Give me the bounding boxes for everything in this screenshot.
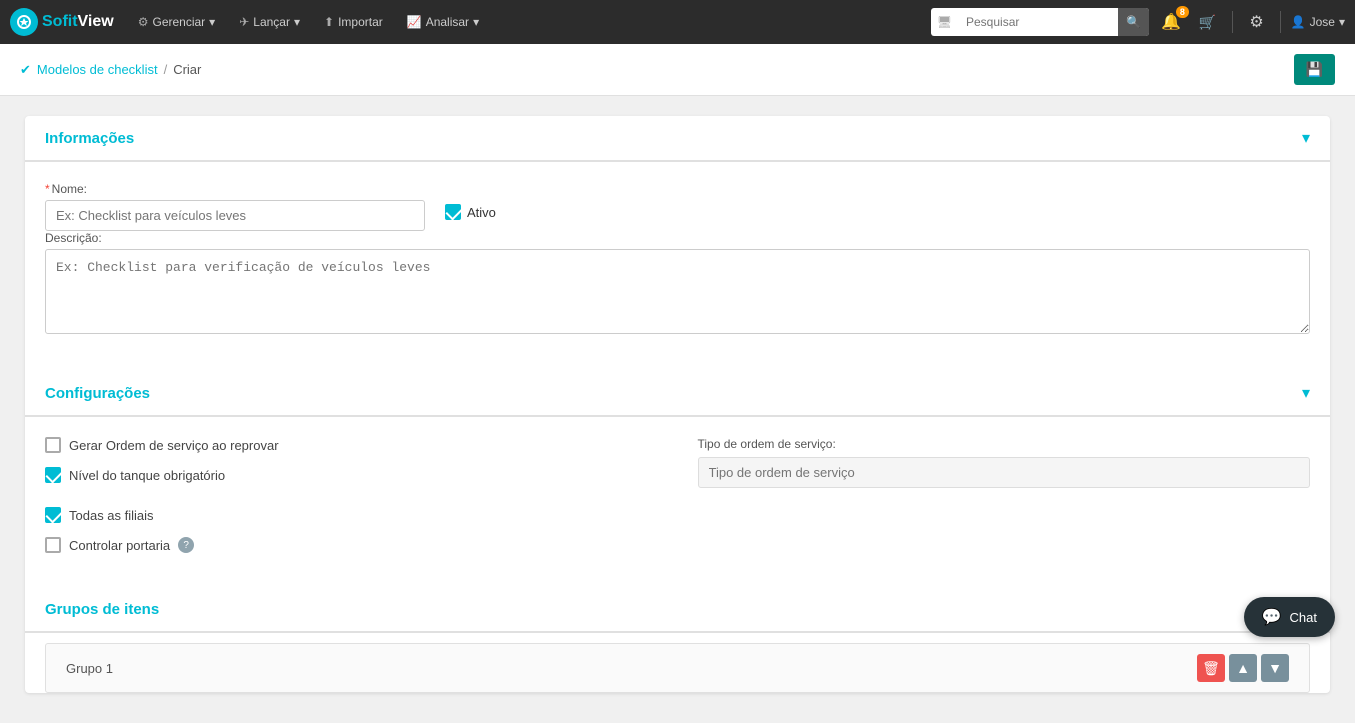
- nav-analisar[interactable]: 📈 Analisar ▾: [397, 9, 489, 35]
- ativo-checkbox[interactable]: [445, 204, 461, 220]
- nome-label: * Nome:: [45, 182, 425, 196]
- section-informacoes-title: Informações: [45, 130, 134, 147]
- section-grupos-header: Grupos de itens ▾: [25, 587, 1330, 633]
- lancar-icon: ✈: [239, 15, 249, 29]
- section-grupos-title: Grupos de itens: [45, 601, 159, 618]
- gerar-ordem-checkbox[interactable]: [45, 437, 61, 453]
- nav-divider2: [1280, 11, 1281, 33]
- notification-badge: 8: [1176, 6, 1189, 18]
- logo-sofit: Sofit: [42, 13, 78, 31]
- search-input[interactable]: [958, 8, 1118, 36]
- notification-button[interactable]: 🔔 8: [1155, 8, 1187, 36]
- app-logo: Sofit View: [10, 8, 114, 36]
- breadcrumb-bar: ✔ Modelos de checklist / Criar 💾: [0, 44, 1355, 96]
- section-informacoes-body: * Nome: Ativo Descrição:: [25, 162, 1330, 371]
- nivel-tanque-label[interactable]: Nível do tanque obrigatório: [69, 468, 225, 483]
- importar-icon: ⬆: [324, 15, 334, 29]
- main-content: Informações ▾ * Nome: Ativo Descrição:: [0, 96, 1355, 723]
- ativo-label[interactable]: Ativo: [467, 205, 496, 220]
- controlar-portaria-checkbox[interactable]: [45, 537, 61, 553]
- grupo-row: Grupo 1 🗑 ▲ ▼: [45, 643, 1310, 693]
- gerar-ordem-label[interactable]: Gerar Ordem de serviço ao reprovar: [69, 438, 279, 453]
- controlar-portaria-label[interactable]: Controlar portaria: [69, 538, 170, 553]
- analisar-icon: 📈: [407, 15, 422, 29]
- user-menu-button[interactable]: 👤 Jose ▾: [1291, 15, 1345, 29]
- breadcrumb-parent-link[interactable]: Modelos de checklist: [37, 62, 158, 77]
- nivel-tanque-checkbox[interactable]: [45, 467, 61, 483]
- descricao-textarea[interactable]: [45, 249, 1310, 334]
- settings-button[interactable]: ⚙: [1243, 8, 1269, 36]
- user-chevron-icon: ▾: [1339, 15, 1345, 29]
- grupo-down-button[interactable]: ▼: [1261, 654, 1289, 682]
- section-configuracoes-header: Configurações ▾: [25, 371, 1330, 417]
- search-input-icon: 🖥: [931, 15, 958, 29]
- breadcrumb: ✔ Modelos de checklist / Criar: [20, 62, 201, 78]
- form-card: Informações ▾ * Nome: Ativo Descrição:: [25, 116, 1330, 693]
- save-icon: 💾: [1306, 61, 1323, 78]
- section-configuracoes-toggle[interactable]: ▾: [1302, 383, 1310, 403]
- nome-field: * Nome:: [45, 182, 425, 231]
- save-button[interactable]: 💾: [1294, 54, 1335, 85]
- grupo-name: Grupo 1: [66, 661, 1197, 676]
- tipo-os-input[interactable]: [698, 457, 1311, 488]
- search-box: 🖥 🔍: [931, 8, 1149, 36]
- user-icon: 👤: [1291, 15, 1306, 29]
- grupo-up-button[interactable]: ▲: [1229, 654, 1257, 682]
- check-todas-filiais: Todas as filiais: [45, 507, 658, 523]
- section-informacoes-header: Informações ▾: [25, 116, 1330, 162]
- chat-button[interactable]: 💬 Chat: [1244, 597, 1335, 637]
- config-grid: Gerar Ordem de serviço ao reprovar Nível…: [45, 437, 1310, 567]
- search-button[interactable]: 🔍: [1118, 8, 1149, 36]
- nome-row: * Nome: Ativo: [45, 182, 1310, 231]
- nome-required: *: [45, 182, 50, 196]
- topnav-right: 🖥 🔍 🔔 8 🛒 ⚙ 👤 Jose ▾: [931, 8, 1345, 36]
- todas-filiais-checkbox[interactable]: [45, 507, 61, 523]
- chat-bubble-icon: 💬: [1262, 607, 1282, 627]
- check-gerar-ordem: Gerar Ordem de serviço ao reprovar: [45, 437, 658, 453]
- nav-divider: [1232, 11, 1233, 33]
- breadcrumb-checklist-icon: ✔: [20, 62, 31, 78]
- top-navigation: Sofit View ⚙ Gerenciar ▾ ✈ Lançar ▾ ⬆ Im…: [0, 0, 1355, 44]
- section-configuracoes-title: Configurações: [45, 385, 150, 402]
- descricao-field: Descrição:: [45, 231, 1310, 337]
- logo-view: View: [78, 13, 114, 31]
- nav-lancar[interactable]: ✈ Lançar ▾: [229, 9, 310, 35]
- config-right: Tipo de ordem de serviço:: [698, 437, 1311, 567]
- grupo-actions: 🗑 ▲ ▼: [1197, 654, 1289, 682]
- breadcrumb-separator: /: [164, 62, 168, 77]
- cart-button[interactable]: 🛒: [1193, 10, 1222, 35]
- logo-icon: [10, 8, 38, 36]
- chat-label: Chat: [1290, 610, 1317, 625]
- descricao-label: Descrição:: [45, 231, 1310, 245]
- user-name: Jose: [1310, 15, 1335, 29]
- todas-filiais-label[interactable]: Todas as filiais: [69, 508, 154, 523]
- tipo-os-label: Tipo de ordem de serviço:: [698, 437, 1311, 451]
- nav-gerenciar[interactable]: ⚙ Gerenciar ▾: [128, 9, 225, 35]
- section-informacoes-toggle[interactable]: ▾: [1302, 128, 1310, 148]
- nome-input[interactable]: [45, 200, 425, 231]
- check-controlar-portaria: Controlar portaria ?: [45, 537, 658, 553]
- help-icon: ?: [178, 537, 194, 553]
- section-configuracoes-body: Gerar Ordem de serviço ao reprovar Nível…: [25, 417, 1330, 587]
- ativo-check-group: Ativo: [445, 182, 496, 220]
- breadcrumb-current: Criar: [173, 62, 201, 77]
- grupo-delete-button[interactable]: 🗑: [1197, 654, 1225, 682]
- check-nivel-tanque: Nível do tanque obrigatório: [45, 467, 658, 483]
- config-left: Gerar Ordem de serviço ao reprovar Nível…: [45, 437, 658, 567]
- nav-importar[interactable]: ⬆ Importar: [314, 9, 393, 35]
- gerenciar-icon: ⚙: [138, 15, 149, 29]
